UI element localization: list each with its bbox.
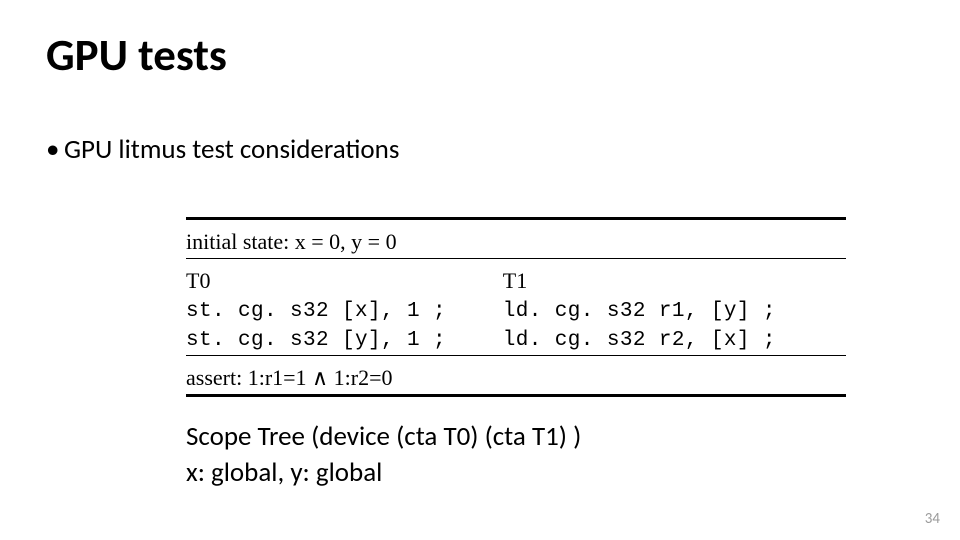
figure-caption: Scope Tree (device (cta T0) (cta T1) ) x… bbox=[186, 419, 846, 492]
page-number: 34 bbox=[925, 510, 940, 528]
slide-title: GPU tests bbox=[46, 32, 914, 79]
litmus-table: initial state: x = 0, y = 0 T0 T1 st. cg… bbox=[186, 217, 846, 403]
bullet-item: GPU litmus test considerations bbox=[46, 133, 914, 167]
t1-instruction-1: ld. cg. s32 r1, [y] ; bbox=[503, 297, 846, 326]
slide: GPU tests GPU litmus test considerations… bbox=[0, 0, 960, 540]
litmus-test-figure: initial state: x = 0, y = 0 T0 T1 st. cg… bbox=[186, 217, 846, 492]
thread-header-t0: T0 bbox=[186, 265, 503, 297]
t0-instruction-1: st. cg. s32 [x], 1 ; bbox=[186, 297, 503, 326]
assert-line: assert: 1:r1=1 ∧ 1:r2=0 bbox=[186, 362, 846, 396]
caption-line-2: x: global, y: global bbox=[186, 455, 846, 491]
initial-state: initial state: x = 0, y = 0 bbox=[186, 226, 846, 259]
caption-line-1: Scope Tree (device (cta T0) (cta T1) ) bbox=[186, 420, 581, 453]
t1-instruction-2: ld. cg. s32 r2, [x] ; bbox=[503, 326, 846, 356]
bullet-list: GPU litmus test considerations bbox=[46, 133, 914, 167]
t0-instruction-2: st. cg. s32 [y], 1 ; bbox=[186, 326, 503, 356]
thread-header-t1: T1 bbox=[503, 265, 846, 297]
